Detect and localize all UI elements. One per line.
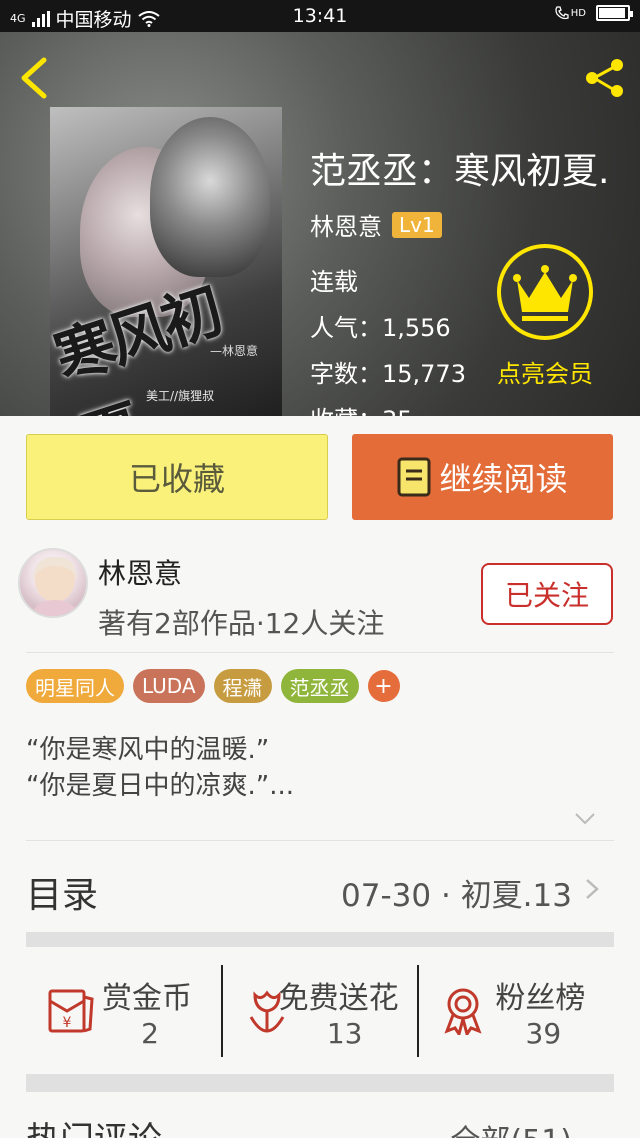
add-tag-button[interactable]: + [367,670,400,702]
battery-icon [596,5,633,21]
reward-fans[interactable]: 粉丝榜 39 [417,965,614,1057]
latest-chapter: 07-30 · 初夏.13 [341,878,572,914]
book-intro: “你是寒风中的温暖.” “你是夏日中的凉爽.”... [26,732,294,804]
comments-header: 热门评论 全部(51) [26,1112,600,1138]
book-popularity: 人气：1,556 [310,314,451,342]
intro-line: “你是夏日中的凉爽.”... [26,771,294,801]
book-word-count: 字数：15,773 [310,360,466,388]
svg-text:¥: ¥ [63,1015,72,1031]
rewards-bar: ¥ 赏金币 2 免费送花 13 粉丝榜 39 [26,965,614,1057]
back-icon[interactable] [16,56,52,100]
book-title: 范丞丞：寒风初夏. [310,151,610,192]
all-comments-link[interactable]: 全部(51) [450,1116,572,1138]
intro-line: “你是寒风中的温暖.” [26,735,270,765]
reward-count: 2 [141,1017,159,1050]
divider [26,652,614,653]
reward-coins[interactable]: ¥ 赏金币 2 [26,965,221,1057]
continue-reading-button[interactable]: 继续阅读 [352,434,613,520]
reward-name: 赏金币 [102,981,192,1016]
cover-figure-boy [150,117,270,277]
cover-author: —林恩意 [210,344,259,358]
tag-item[interactable]: LUDA [133,669,205,703]
reward-count: 13 [326,1017,363,1050]
status-time: 13:41 [292,5,348,27]
medal-icon [444,988,482,1035]
chevron-down-icon[interactable] [574,812,596,826]
crown-icon [497,244,593,340]
tag-item[interactable]: 范丞丞 [280,669,359,703]
status-bar: 4G 中国移动 13:41 HD [0,0,640,32]
reward-name: 免费送花 [278,981,399,1016]
section-divider [26,1074,614,1092]
author-card-name[interactable]: 林恩意 [98,552,182,592]
author-avatar[interactable] [18,548,88,618]
cover-credit: 美工//旗狸叔 [146,389,215,403]
reward-flowers[interactable]: 免费送花 13 [220,965,418,1057]
share-icon[interactable] [580,54,628,102]
vip-button[interactable]: 点亮会员 [490,242,600,389]
catalog-label: 目录 [26,875,99,916]
book-favorites: 收藏：35 [310,400,413,416]
comments-label: 热门评论 [26,1112,162,1138]
vip-label: 点亮会员 [497,360,593,388]
tag-item[interactable]: 程潇 [213,669,272,703]
book-status: 连载 [310,268,358,296]
reward-count: 39 [525,1017,562,1050]
section-divider [26,932,614,947]
collected-button[interactable]: 已收藏 [26,434,328,520]
status-right: HD [554,5,633,21]
tag-list: 明星同人 LUDA 程潇 范丞丞 + [26,669,400,703]
book-icon [397,457,431,497]
tag-item[interactable]: 明星同人 [26,669,124,703]
reward-name: 粉丝榜 [495,981,586,1016]
book-header: 寒风初夏 —林恩意 美工//旗狸叔 范丞丞：寒风初夏. 林恩意 Lv1 连载 人… [0,32,640,416]
author-row: 林恩意 Lv1 [310,207,442,242]
hd-call-icon: HD [554,5,586,21]
chevron-right-icon [586,879,599,899]
continue-reading-label: 继续阅读 [439,460,568,498]
book-author[interactable]: 林恩意 [310,207,382,242]
book-cover[interactable]: 寒风初夏 —林恩意 美工//旗狸叔 [50,107,282,416]
level-badge: Lv1 [392,211,442,238]
follow-button[interactable]: 已关注 [481,563,613,625]
red-envelope-icon: ¥ [48,989,94,1033]
author-card-meta: 著有2部作品·12人关注 [98,607,385,640]
catalog-row[interactable]: 目录 07-30 · 初夏.13 [26,860,600,920]
divider [26,840,614,841]
hd-label: HD [570,7,586,19]
